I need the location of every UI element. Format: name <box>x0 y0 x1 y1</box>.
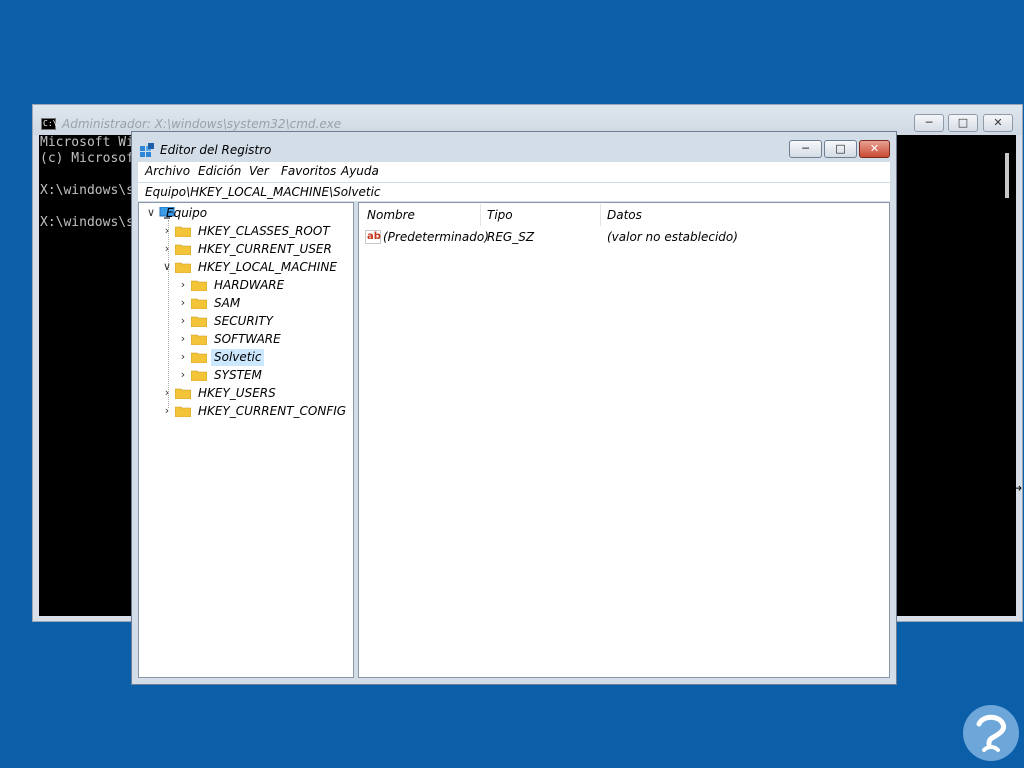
tree-node-equipo[interactable]: ∨ Equipo <box>145 205 345 222</box>
registry-tree[interactable]: ∨ Equipo › HKEY_CLASSES_ROOT › HKEY_CURR… <box>138 202 354 678</box>
regedit-icon <box>140 143 154 157</box>
address-bar[interactable]: Equipo\HKEY_LOCAL_MACHINE\Solvetic <box>138 183 890 201</box>
resize-cursor-icon: ↔ <box>1012 481 1023 495</box>
tree-node-label: Solvetic <box>211 349 265 366</box>
folder-icon <box>191 298 207 309</box>
chevron-right-icon[interactable]: › <box>177 369 189 381</box>
tree-node-label: HKEY_LOCAL_MACHINE <box>198 260 337 274</box>
regedit-window-title: Editor del Registro <box>160 143 272 157</box>
tree-node-hkey-current-user[interactable]: › HKEY_CURRENT_USER <box>161 241 351 258</box>
value-row[interactable]: ab (Predeterminado) REG_SZ (valor no est… <box>363 228 883 246</box>
console-line: X:\windows\s <box>40 215 134 230</box>
regedit-maximize-button[interactable]: □ <box>824 140 857 158</box>
menu-archivo[interactable]: Archivo <box>145 164 190 178</box>
tree-node-software[interactable]: › SOFTWARE <box>177 331 347 348</box>
folder-icon <box>191 280 207 291</box>
regedit-close-button[interactable]: ✕ <box>859 140 890 158</box>
solvetic-logo <box>963 705 1019 761</box>
folder-icon <box>191 352 207 363</box>
folder-icon <box>191 316 207 327</box>
value-type: REG_SZ <box>487 230 535 244</box>
tree-node-hardware[interactable]: › HARDWARE <box>177 277 347 294</box>
regedit-titlebar[interactable]: Editor del Registro ─ □ ✕ <box>132 132 896 162</box>
folder-icon <box>175 406 191 417</box>
tree-node-system[interactable]: › SYSTEM <box>177 367 347 384</box>
column-header-datos[interactable]: Datos <box>601 204 881 226</box>
tree-node-hkey-current-config[interactable]: › HKEY_CURRENT_CONFIG <box>161 403 351 420</box>
tree-node-label: HARDWARE <box>214 278 285 292</box>
tree-node-label: HKEY_CURRENT_USER <box>198 242 332 256</box>
cmd-close-button[interactable]: ✕ <box>983 114 1013 132</box>
values-list[interactable]: Nombre Tipo Datos ab (Predeterminado) RE… <box>358 202 890 678</box>
menu-favoritos[interactable]: Favoritos <box>281 164 336 178</box>
tree-node-label: SYSTEM <box>214 368 262 382</box>
tree-node-label: SOFTWARE <box>214 332 281 346</box>
chevron-right-icon[interactable]: › <box>161 387 173 399</box>
console-line: Microsoft Wi <box>40 135 134 150</box>
tree-node-label: HKEY_CLASSES_ROOT <box>198 224 330 238</box>
tree-node-hkey-users[interactable]: › HKEY_USERS <box>161 385 351 402</box>
chevron-right-icon[interactable]: › <box>161 225 173 237</box>
cmd-scroll-thumb[interactable] <box>1005 153 1009 198</box>
column-header-tipo[interactable]: Tipo <box>481 204 601 226</box>
menu-edicion[interactable]: Edición <box>198 164 241 178</box>
cmd-icon: C:\ <box>41 118 58 130</box>
tree-node-hkey-classes-root[interactable]: › HKEY_CLASSES_ROOT <box>161 223 351 240</box>
chevron-right-icon[interactable]: › <box>177 351 189 363</box>
string-value-icon: ab <box>365 230 381 244</box>
chevron-right-icon[interactable]: › <box>177 279 189 291</box>
console-line: (c) Microsof <box>40 151 134 166</box>
value-data: (valor no establecido) <box>607 230 738 244</box>
folder-icon <box>175 244 191 255</box>
tree-node-label: HKEY_CURRENT_CONFIG <box>198 404 347 418</box>
chevron-down-icon[interactable]: ∨ <box>145 207 157 219</box>
tree-node-hkey-local-machine[interactable]: ∨ HKEY_LOCAL_MACHINE <box>161 259 351 276</box>
chevron-right-icon[interactable]: › <box>161 243 173 255</box>
console-line: X:\windows\s <box>40 183 134 198</box>
tree-node-label: SECURITY <box>214 314 273 328</box>
tree-node-label: Equipo <box>166 206 208 220</box>
menu-ver[interactable]: Ver <box>249 164 269 178</box>
menu-bar: Archivo Edición Ver Favoritos Ayuda <box>138 162 890 182</box>
cmd-window-title: Administrador: X:\windows\system32\cmd.e… <box>62 117 342 131</box>
chevron-right-icon[interactable]: › <box>177 315 189 327</box>
cmd-scrollbar[interactable] <box>999 135 1016 616</box>
tree-node-solvetic[interactable]: › Solvetic <box>177 349 347 366</box>
value-name: (Predeterminado) <box>383 230 489 244</box>
tree-node-label: HKEY_USERS <box>198 386 276 400</box>
cmd-maximize-button[interactable]: □ <box>948 114 978 132</box>
menu-ayuda[interactable]: Ayuda <box>341 164 379 178</box>
tree-node-security[interactable]: › SECURITY <box>177 313 347 330</box>
cmd-minimize-button[interactable]: ─ <box>914 114 944 132</box>
tree-node-sam[interactable]: › SAM <box>177 295 347 312</box>
chevron-right-icon[interactable]: › <box>177 333 189 345</box>
chevron-down-icon[interactable]: ∨ <box>161 261 173 273</box>
tree-node-label: SAM <box>214 296 241 310</box>
folder-icon <box>175 388 191 399</box>
folder-icon <box>191 370 207 381</box>
regedit-window[interactable]: Editor del Registro ─ □ ✕ Archivo Edició… <box>131 131 897 685</box>
chevron-right-icon[interactable]: › <box>161 405 173 417</box>
regedit-minimize-button[interactable]: ─ <box>789 140 822 158</box>
chevron-right-icon[interactable]: › <box>177 297 189 309</box>
column-header-nombre[interactable]: Nombre <box>361 204 481 226</box>
folder-icon <box>175 226 191 237</box>
folder-icon <box>175 262 191 273</box>
folder-icon <box>191 334 207 345</box>
